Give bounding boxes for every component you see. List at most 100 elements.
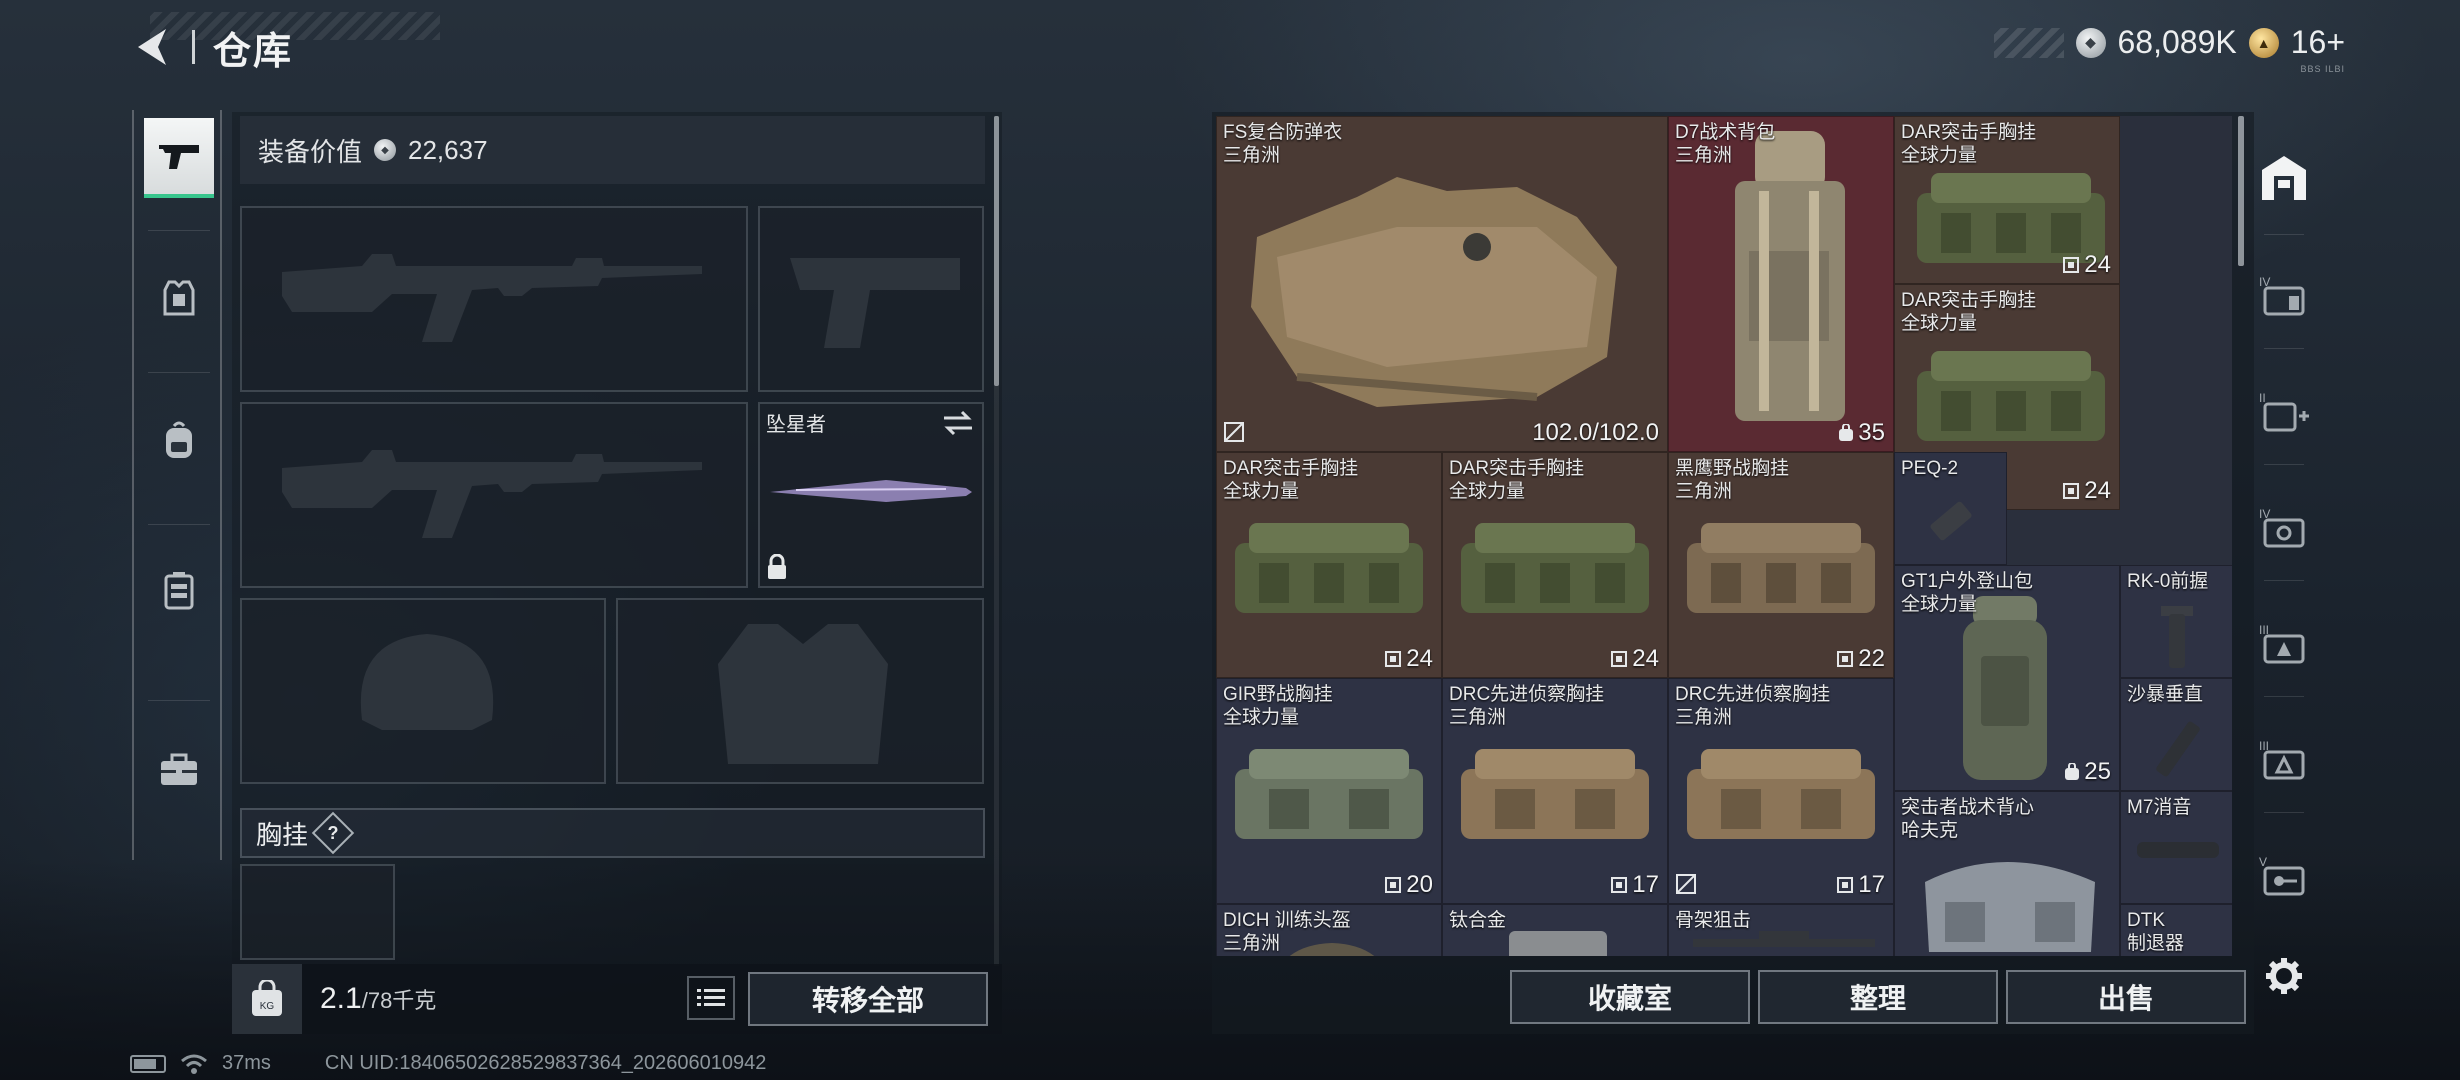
currency-subtext: BBS ILBI (2300, 64, 2345, 74)
tab-storage-iv-tools[interactable]: IV (2256, 496, 2312, 560)
settings-button[interactable] (2262, 954, 2306, 998)
ammo-case-icon: III (2259, 623, 2305, 664)
list-view-button[interactable] (687, 976, 735, 1020)
silver-balance: 68,089K (2117, 24, 2237, 60)
loadout-scrollbar[interactable] (994, 116, 999, 386)
tab-weapons[interactable] (144, 118, 214, 198)
item-name: DAR突击手胸挂 全球力量 (1901, 290, 2037, 334)
chest-rig-icon (164, 572, 194, 610)
rifle-silhouette-icon (282, 254, 702, 342)
chest-rig-section-header: 胸挂 ? (240, 808, 985, 858)
collection-room-button[interactable]: 收藏室 (1510, 970, 1750, 1024)
inventory-scrollbar[interactable] (2238, 116, 2244, 266)
sell-button[interactable]: 出售 (2006, 970, 2246, 1024)
helmet-slot[interactable] (240, 598, 606, 784)
tab-toolbox[interactable] (144, 730, 214, 810)
armor-plate-item-icon (1509, 931, 1607, 956)
inventory-item[interactable]: DTK 制退器 (2120, 904, 2232, 956)
tab-backpack[interactable] (144, 400, 214, 480)
item-durability: 102.0/102.0 (1532, 419, 1659, 446)
svg-text:II: II (2259, 391, 2266, 405)
inventory-item[interactable]: M7消音 (2120, 791, 2232, 904)
sidebar-divider (2264, 580, 2304, 581)
ping-value: 37ms (222, 1052, 271, 1074)
tab-warehouse[interactable] (2256, 146, 2312, 210)
item-name: 黑鹰野战胸挂 三角洲 (1675, 458, 1790, 502)
chest-rig-item-icon (1235, 749, 1423, 839)
primary-weapon-slot[interactable] (240, 206, 748, 392)
vertical-grip-item-icon (2156, 721, 2200, 777)
inventory-grid: FS复合防弹衣 三角洲 102.0/102.0 D7战术背包 三角洲 35 DAR突… (1216, 116, 2232, 956)
item-name: RK-0前握 (2127, 571, 2209, 592)
gear-case-icon: III (2259, 739, 2305, 780)
melee-blade-icon (770, 480, 972, 502)
primary-weapon-slot-2[interactable] (240, 402, 748, 588)
capacity-icon (1839, 424, 1854, 441)
chest-rig-slot[interactable] (240, 864, 395, 960)
currency-bar: ◆ 68,089K ▲ 16+ BBS ILBI (1993, 24, 2345, 74)
uid-text: CN UID:18406502628529837364_202606010942 (324, 1052, 767, 1074)
sidebar-divider (148, 700, 210, 701)
item-name: D7战术背包 三角洲 (1675, 122, 1776, 166)
help-icon[interactable]: ? (311, 811, 355, 855)
inventory-item[interactable]: 黑鹰野战胸挂 三角洲 22 (1668, 452, 1894, 678)
tab-storage-v[interactable]: V (2256, 844, 2312, 908)
inventory-item[interactable]: 钛合金 (1442, 904, 1668, 956)
tab-storage-ii[interactable]: II (2256, 380, 2312, 444)
chest-rig-item-icon (1461, 523, 1649, 613)
warehouse-icon (2262, 156, 2306, 200)
item-name: DTK 制退器 (2127, 910, 2185, 954)
slots-icon (1837, 651, 1854, 667)
inventory-item[interactable]: DRC先进侦察胸挂 三角洲 17 (1668, 678, 1894, 904)
body-armor-slot[interactable] (616, 598, 984, 784)
inventory-item[interactable]: PEQ-2 (1894, 452, 2007, 565)
organize-button[interactable]: 整理 (1758, 970, 1998, 1024)
tool-case-icon: IV (2259, 507, 2305, 548)
inventory-item[interactable]: DICH 训练头盔 三角洲 (1216, 904, 1442, 956)
slots-icon (1385, 877, 1402, 893)
left-category-sidebar (132, 110, 222, 860)
title-divider (192, 30, 195, 64)
inventory-item[interactable]: 突击者战术背心 哈夫克 (1894, 791, 2120, 956)
weight-bag-icon: KG (232, 964, 302, 1034)
tab-chest-rig[interactable] (144, 550, 214, 630)
slots-icon (2063, 483, 2080, 499)
sidebar-divider (2264, 234, 2304, 235)
inventory-item[interactable]: DAR突击手胸挂 全球力量 24 (1894, 116, 2120, 284)
tab-storage-iii[interactable]: III (2256, 612, 2312, 676)
list-icon (697, 989, 725, 1006)
melee-slot[interactable]: 坠星者 (758, 402, 984, 588)
inventory-item[interactable]: GT1户外登山包 全球力量 25 (1894, 565, 2120, 791)
tab-storage-iii-b[interactable]: III (2256, 728, 2312, 792)
item-name: GT1户外登山包 全球力量 (1901, 571, 2033, 615)
slots-icon (1611, 651, 1628, 667)
inventory-item[interactable]: D7战术背包 三角洲 35 (1668, 116, 1894, 452)
body-armor-item-icon (1251, 177, 1617, 407)
tab-armor[interactable] (144, 258, 214, 338)
inventory-item[interactable]: DRC先进侦察胸挂 三角洲 17 (1442, 678, 1668, 904)
swap-icon[interactable] (942, 410, 974, 436)
inventory-item[interactable]: FS复合防弹衣 三角洲 102.0/102.0 (1216, 116, 1668, 452)
laser-device-item-icon (1930, 501, 1972, 541)
durability-icon (1676, 874, 1696, 894)
lock-icon (768, 554, 786, 579)
gold-coin-icon: ▲ (2248, 27, 2279, 58)
inventory-item[interactable]: DAR突击手胸挂 全球力量 24 (1216, 452, 1442, 678)
secondary-weapon-slot[interactable] (758, 206, 984, 392)
back-arrow-icon (138, 29, 166, 65)
status-bar: 37ms CN UID:18406502628529837364_2026060… (130, 1052, 766, 1075)
svg-text:V: V (2259, 855, 2267, 869)
transfer-all-button[interactable]: 转移全部 (748, 972, 988, 1026)
gold-balance[interactable]: 16+ (2291, 24, 2345, 61)
sidebar-divider (2264, 696, 2304, 697)
loadout-bottom-bar: KG 2.1/78千克 转移全部 (232, 964, 1002, 1034)
sidebar-divider (2264, 812, 2304, 813)
inventory-item[interactable]: GIR野战胸挂 全球力量 20 (1216, 678, 1442, 904)
inventory-item[interactable]: DAR突击手胸挂 全球力量 24 (1442, 452, 1668, 678)
inventory-item[interactable]: RK-0前握 (2120, 565, 2232, 678)
back-button[interactable] (130, 22, 174, 72)
foregrip-item-icon (2161, 606, 2193, 668)
inventory-item[interactable]: 沙暴垂直 (2120, 678, 2232, 791)
tab-storage-iv[interactable]: IV (2256, 264, 2312, 328)
inventory-item[interactable]: 骨架狙击 (1668, 904, 1894, 956)
